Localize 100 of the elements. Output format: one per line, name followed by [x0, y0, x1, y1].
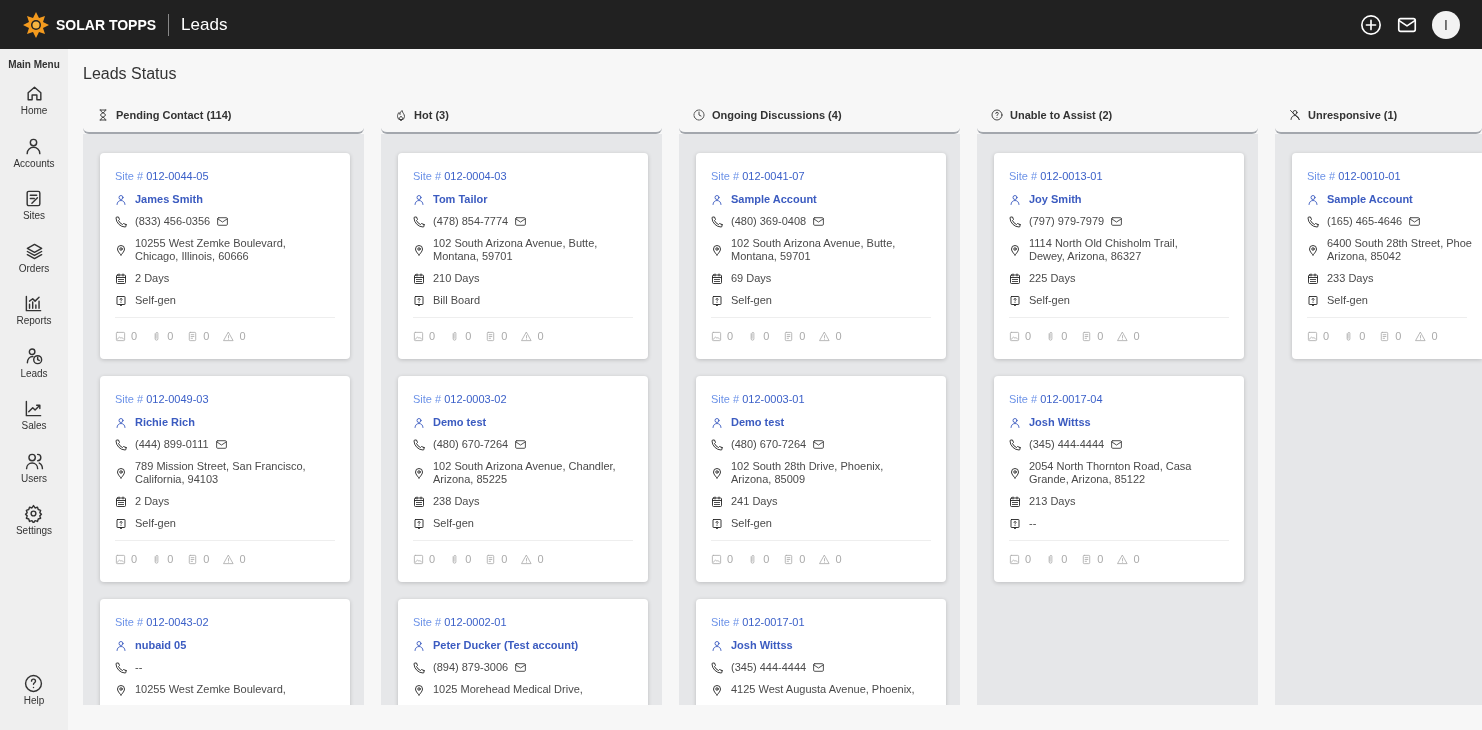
site-number-link[interactable]: Site # 012-0044-05	[115, 169, 342, 183]
address-text: 102 South 28th Drive, Phoenix, Arizona, 85009	[731, 460, 884, 486]
note-icon	[187, 553, 199, 565]
lead-card[interactable]: Site # 012-0017-04 Josh Wittss (345) 444-4444 2054 North Thornton Road, Casa Grande, Arizona, 85122 213 Days -- 0 0 0 0	[994, 376, 1244, 582]
lead-name-link[interactable]: Josh Wittss	[731, 639, 793, 652]
lead-name-link[interactable]: Sample Account	[1327, 193, 1413, 206]
lead-name-link[interactable]: Richie Rich	[135, 416, 195, 429]
image-icon	[711, 553, 722, 565]
warning-count: 0	[537, 553, 544, 565]
address-text: 4125 West Augusta Avenue, Phoenix,	[731, 683, 915, 696]
help-icon	[24, 674, 44, 693]
bar-chart-icon	[24, 294, 44, 313]
address-text: 1114 North Old Chisholm Trail, Dewey, Arizona, 86327	[1029, 237, 1178, 263]
sidebar-item[interactable]: Accounts	[13, 136, 55, 189]
location-pin-icon	[115, 683, 127, 696]
lead-card[interactable]: Site # 012-0041-07 Sample Account (480) 369-0408 102 South Arizona Avenue, Butte, Montana, 59701 69 Days Self-gen 0 0 0 0	[696, 153, 946, 359]
address-text: 102 South Arizona Avenue, Butte, Montana, 59701	[731, 237, 896, 263]
site-number-link[interactable]: Site # 012-0041-07	[711, 169, 938, 183]
note-icon	[783, 553, 795, 565]
question-circle-icon	[991, 109, 1003, 121]
sidebar-item[interactable]: Sites	[22, 189, 46, 242]
brand-name: SOLAR TOPPS	[56, 16, 157, 33]
lead-card[interactable]: Site # 012-0003-02 Demo test (480) 670-7264 102 South Arizona Avenue, Chandler, Arizona, 85225 238 Days Self-gen 0 0 0 0	[398, 376, 648, 582]
warning-count: 0	[1431, 330, 1438, 342]
address-text: 6400 South 28th Street, Phoe Arizona, 85042	[1327, 237, 1472, 263]
sidebar-item[interactable]: Sales	[21, 399, 47, 452]
lead-source: Self-gen	[731, 517, 772, 530]
lead-name-link[interactable]: Demo test	[433, 416, 487, 429]
image-count: 0	[1025, 553, 1032, 565]
calendar-icon	[115, 495, 127, 508]
attachment-count: 0	[1359, 330, 1366, 342]
days-count: 69 Days	[731, 272, 772, 285]
site-number-link[interactable]: Site # 012-0049-03	[115, 392, 342, 406]
days-count: 225 Days	[1029, 272, 1076, 285]
lead-card[interactable]: Site # 012-0013-01 Joy Smith (797) 979-7979 1114 North Old Chisholm Trail, Dewey, Arizona, 86327 225 Days Self-gen 0 0 0 0	[994, 153, 1244, 359]
lead-card[interactable]: Site # 012-0049-03 Richie Rich (444) 899-0111 789 Mission Street, San Francisco, California, 94103 2 Days Self-gen 0 0 0 0	[100, 376, 350, 582]
lead-card[interactable]: Site # 012-0002-01 Peter Ducker (Test account) (894) 879-3006 1025 Morehead Medical Drive,	[398, 599, 648, 705]
lead-name-link[interactable]: Demo test	[731, 416, 785, 429]
address-text: 2054 North Thornton Road, Casa Grande, Arizona, 85122	[1029, 460, 1192, 486]
lead-name-link[interactable]: Sample Account	[731, 193, 817, 206]
site-number-link[interactable]: Site # 012-0043-02	[115, 615, 342, 629]
lead-card[interactable]: Site # 012-0043-02 nubaid 05 -- 10255 West Zemke Boulevard,	[100, 599, 350, 705]
lead-card[interactable]: Site # 012-0004-03 Tom Tailor (478) 854-7774 102 South Arizona Avenue, Butte, Montana, 59701 210 Days Bill Board 0 0 0 0	[398, 153, 648, 359]
calendar-icon	[115, 272, 127, 285]
site-number-link[interactable]: Site # 012-0017-01	[711, 615, 938, 629]
warning-icon	[521, 553, 533, 565]
sidebar-item[interactable]: Leads	[20, 346, 48, 399]
person-icon	[1009, 416, 1021, 429]
users-icon	[24, 451, 44, 471]
sidebar-item[interactable]: Settings	[15, 504, 53, 557]
user-avatar[interactable]: I	[1432, 10, 1460, 39]
sidebar-item[interactable]: Users	[20, 451, 48, 504]
lead-source: Self-gen	[135, 517, 176, 530]
sidebar-item[interactable]: Reports	[16, 294, 52, 347]
warning-count: 0	[835, 553, 842, 565]
lead-card[interactable]: Site # 012-0010-01 Sample Account (165) 465-4646 6400 South 28th Street, Phoe Arizona, 85042 233 Days Self-gen 0 0 0 0	[1292, 153, 1482, 359]
lead-name-link[interactable]: Tom Tailor	[433, 193, 488, 206]
attachment-count: 0	[465, 553, 472, 565]
line-chart-icon	[24, 399, 44, 418]
warning-icon	[521, 330, 533, 342]
phone-number: (345) 444-4444	[1029, 438, 1105, 451]
address-text: 102 South Arizona Avenue, Butte, Montana, 59701	[433, 237, 598, 263]
site-number-link[interactable]: Site # 012-0013-01	[1009, 169, 1236, 183]
lead-card[interactable]: Site # 012-0003-01 Demo test (480) 670-7264 102 South 28th Drive, Phoenix, Arizona, 85009 241 Days Self-gen 0 0 0 0	[696, 376, 946, 582]
question-box-icon	[711, 294, 723, 307]
column-title: Pending Contact (114)	[116, 109, 232, 121]
image-icon	[115, 553, 126, 565]
clock-icon	[693, 109, 705, 121]
lead-name-link[interactable]: nubaid 05	[135, 639, 187, 652]
lead-name-link[interactable]: Peter Ducker (Test account)	[433, 639, 579, 652]
site-number-link[interactable]: Site # 012-0004-03	[413, 169, 640, 183]
calendar-icon	[1009, 272, 1021, 285]
lead-card[interactable]: Site # 012-0017-01 Josh Wittss (345) 444-4444 4125 West Augusta Avenue, Phoenix,	[696, 599, 946, 705]
section-title: Leads	[181, 14, 228, 35]
phone-icon	[1009, 438, 1021, 451]
sidebar-item[interactable]: Orders	[18, 241, 50, 294]
attachment-count: 0	[1061, 553, 1068, 565]
warning-icon	[819, 330, 831, 342]
site-number-link[interactable]: Site # 012-0002-01	[413, 615, 640, 629]
site-number-link[interactable]: Site # 012-0017-04	[1009, 392, 1236, 406]
sidebar-item[interactable]: Home	[20, 84, 48, 137]
location-pin-icon	[115, 467, 127, 479]
note-count: 0	[1097, 553, 1104, 565]
help-link[interactable]: Help	[23, 674, 45, 706]
question-box-icon	[1009, 517, 1021, 530]
site-number-link[interactable]: Site # 012-0010-01	[1307, 169, 1474, 183]
location-pin-icon	[1009, 467, 1021, 479]
site-number-link[interactable]: Site # 012-0003-01	[711, 392, 938, 406]
person-clock-icon	[24, 346, 44, 366]
lead-name-link[interactable]: Joy Smith	[1029, 193, 1082, 206]
site-number-link[interactable]: Site # 012-0003-02	[413, 392, 640, 406]
warning-icon	[1117, 330, 1129, 342]
person-icon	[413, 193, 425, 206]
days-count: 2 Days	[135, 272, 170, 285]
lead-name-link[interactable]: Josh Wittss	[1029, 416, 1091, 429]
lead-name-link[interactable]: James Smith	[135, 193, 203, 206]
hourglass-icon	[97, 109, 109, 121]
add-icon[interactable]	[1360, 13, 1382, 36]
lead-card[interactable]: Site # 012-0044-05 James Smith (833) 456-0356 10255 West Zemke Boulevard, Chicago, Illinois, 60666 2 Days Self-gen 0 0 0 0	[100, 153, 350, 359]
phone-number: (480) 670-7264	[731, 438, 807, 451]
